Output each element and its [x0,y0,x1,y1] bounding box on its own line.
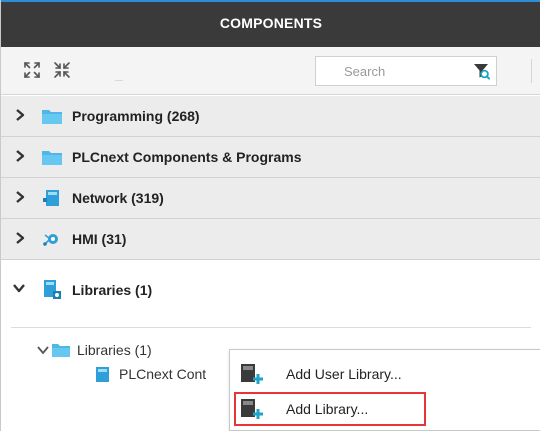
section-hmi[interactable]: HMI (31) [1,219,540,260]
toolbar-separator [531,59,532,83]
library-file-icon [96,367,109,382]
folder-icon [52,344,70,357]
chevron-right-icon[interactable] [14,108,26,122]
chevron-right-icon[interactable] [14,190,26,204]
folder-icon [42,151,62,165]
section-plcnext-components[interactable]: PLCnext Components & Programs [1,137,540,178]
menu-item-add-library[interactable]: Add Library... [234,392,426,426]
tree-item-label: PLCnext Cont [119,366,207,382]
menu-item-label: Add Library... [286,401,369,417]
folder-icon [42,110,62,124]
chevron-right-icon[interactable] [14,149,26,163]
expand-all-icon[interactable] [23,61,41,79]
section-network[interactable]: Network (319) [1,178,540,219]
divider [11,327,531,328]
filter-icon[interactable] [472,62,490,80]
context-menu: Add User Library... Add Library... [229,349,540,431]
dropdown-caret-icon [115,80,123,81]
section-libraries[interactable]: Libraries (1) [1,260,540,318]
menu-item-add-user-library[interactable]: Add User Library... [234,357,426,391]
section-label: Network (319) [72,190,164,206]
components-panel: COMPONENTS Search Programming (268) PLCn… [0,0,540,431]
section-label: PLCnext Components & Programs [72,149,302,165]
chevron-down-icon[interactable] [12,282,26,294]
network-icon [43,190,59,206]
add-library-icon [241,364,263,384]
tree-item-plcnext[interactable]: PLCnext Cont [95,363,229,385]
section-programming[interactable]: Programming (268) [1,96,540,137]
libraries-icon [44,280,61,299]
hmi-icon [43,234,58,246]
collapse-all-icon[interactable] [53,61,71,79]
tree-folder-label: Libraries (1) [77,342,152,358]
search-input[interactable] [316,57,456,85]
chevron-right-icon[interactable] [14,231,26,245]
panel-header: COMPONENTS [1,0,540,47]
toolbar [1,47,540,95]
tree-folder-libraries[interactable]: Libraries (1) [37,339,237,361]
menu-item-label: Add User Library... [286,366,402,382]
section-label: HMI (31) [72,231,127,247]
add-library-icon [241,399,263,419]
section-label: Programming (268) [72,108,200,124]
search-box[interactable] [315,56,497,86]
section-label: Libraries (1) [72,282,153,298]
panel-title: COMPONENTS [219,15,323,31]
chevron-down-icon[interactable] [37,345,49,355]
